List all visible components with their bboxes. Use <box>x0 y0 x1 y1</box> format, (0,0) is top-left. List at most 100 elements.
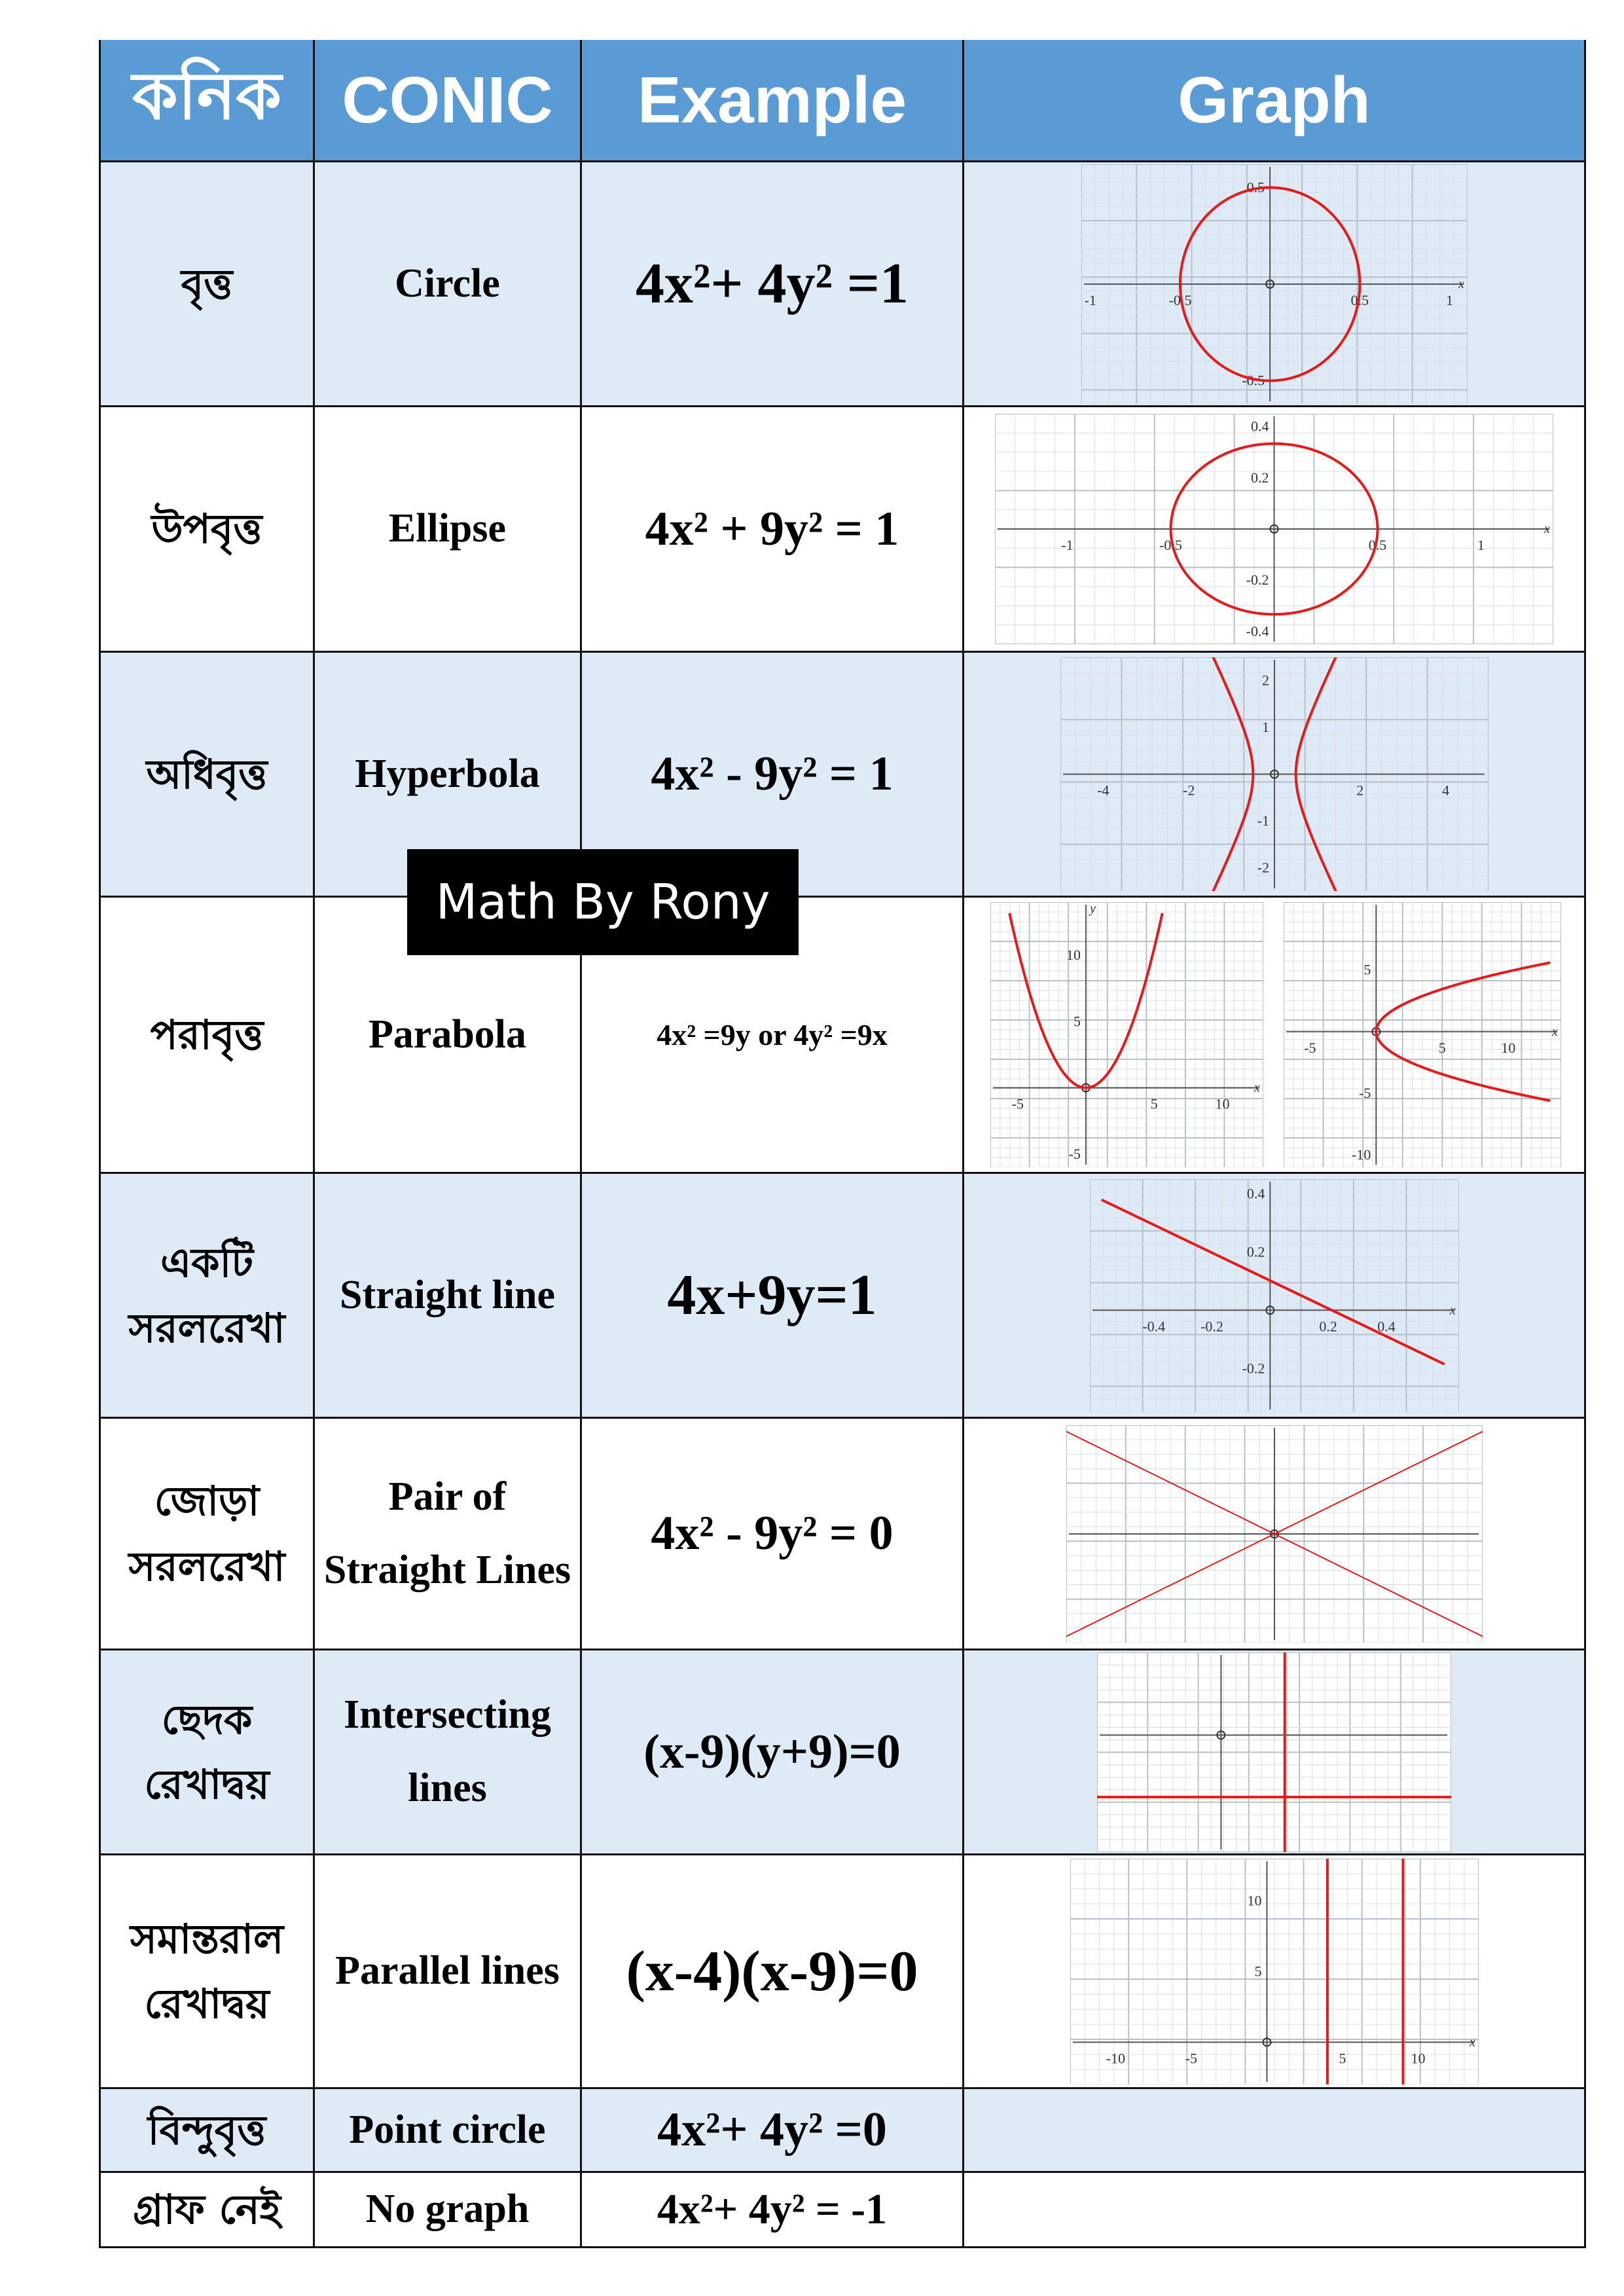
x-tick-label: 5 <box>1339 2050 1346 2066</box>
bengali-name: অধিবৃত্ত <box>99 651 315 898</box>
y-axis-label: y <box>1089 902 1096 916</box>
y-tick-label: -1 <box>1257 812 1269 829</box>
bengali-name: একটি সরলরেখা <box>99 1172 315 1419</box>
conic-table: কনিক CONIC Example Graph বৃত্ত Circle 4x… <box>99 40 1586 2248</box>
bengali-name: ছেদক রেখাদ্বয় <box>99 1649 315 1855</box>
table-row: পরাবৃত্ত Parabola 4x² =9y or 4y² =9x xy-… <box>99 896 1586 1174</box>
equation: 4x²+ 4y² =0 <box>580 2087 964 2173</box>
y-tick-label: 2 <box>1262 672 1269 689</box>
x-tick-label: 5 <box>1151 1096 1158 1112</box>
y-tick-label: -5 <box>1359 1085 1371 1101</box>
x-tick-label: -4 <box>1097 782 1109 799</box>
x-tick-label: 10 <box>1411 2050 1425 2066</box>
graph-cell: x y -5 5 10 10 5 -5 x -5 5 10 5 -5 -10 <box>962 896 1586 1174</box>
ellipse-graph: x-1 -0.5 0.5 10.40.2-0.2-0.4 <box>995 414 1553 644</box>
equation: 4x² + 9y² = 1 <box>580 405 964 653</box>
graph-cell: x -10 -5 5 10 10 5 <box>962 1853 1586 2089</box>
watermark-label: Math By Rony <box>407 849 799 955</box>
y-tick-label: 5 <box>1074 1013 1081 1029</box>
conic-name: Intersecting lines <box>313 1649 582 1855</box>
header-row: কনিক CONIC Example Graph <box>99 40 1586 162</box>
conic-name: Straight line <box>313 1172 582 1419</box>
x-tick-label: 10 <box>1216 1096 1230 1112</box>
header-bengali: কনিক <box>99 40 315 162</box>
equation: 4x+9y=1 <box>580 1172 964 1419</box>
graph-cell <box>962 1417 1586 1650</box>
line-graph: x-0.4 -0.2 0.2 0.40.40.2-0.2 <box>1089 1178 1459 1412</box>
header-example: Example <box>580 40 964 162</box>
y-tick-label: -0.2 <box>1246 572 1269 588</box>
table-row: বিন্দুবৃত্ত Point circle 4x²+ 4y² =0 <box>99 2087 1586 2173</box>
table-row: জোড়া সরলরেখা Pair of Straight Lines 4x²… <box>99 1417 1586 1650</box>
x-axis-label: x <box>1458 277 1464 291</box>
bengali-name: সমান্তরাল রেখাদ্বয় <box>99 1853 315 2089</box>
conic-name: Point circle <box>313 2087 582 2173</box>
graph-cell: x -0.4 -0.2 0.2 0.4 0.4 0.2 -0.2 <box>962 1172 1586 1419</box>
x-tick-label: -10 <box>1106 2050 1125 2066</box>
x-tick-label: -0.2 <box>1200 1318 1223 1334</box>
x-tick-label: 10 <box>1501 1040 1515 1056</box>
equation: 4x² - 9y² = 0 <box>580 1417 964 1650</box>
x-axis-label: x <box>1469 2035 1475 2049</box>
graph-cell: -4 -2 2 4 2 1 -1 -2 <box>962 651 1586 898</box>
table-row: সমান্তরাল রেখাদ্বয় Parallel lines (x-4)… <box>99 1853 1586 2089</box>
graph-cell-empty <box>962 2087 1586 2173</box>
x-tick-label: 1 <box>1477 537 1485 553</box>
conic-name: No graph <box>313 2171 582 2248</box>
bengali-name: গ্রাফ নেই <box>99 2171 315 2248</box>
conic-name: Circle <box>313 160 582 407</box>
x-tick-label: 5 <box>1439 1040 1446 1056</box>
x-tick-label: -1 <box>1084 292 1096 308</box>
graph-cell-empty <box>962 2171 1586 2248</box>
y-tick-label: -0.2 <box>1242 1360 1265 1376</box>
x-axis-label: x <box>1449 1303 1456 1317</box>
graph-cell <box>962 1649 1586 1855</box>
y-tick-label: 5 <box>1254 1963 1261 1979</box>
y-tick-label: 10 <box>1066 947 1081 963</box>
x-tick-label: -2 <box>1183 782 1195 799</box>
conic-name: Parallel lines <box>313 1853 582 2089</box>
equation: (x-9)(y+9)=0 <box>580 1649 964 1855</box>
y-tick-label: 1 <box>1262 719 1269 735</box>
table-row: গ্রাফ নেই No graph 4x²+ 4y² = -1 <box>99 2171 1586 2248</box>
graph-cell: x -1 -0.5 0.5 1 0.4 0.2 -0.2 -0.4 <box>962 405 1586 653</box>
y-tick-label: 0.2 <box>1251 469 1269 486</box>
x-tick-label: 2 <box>1356 782 1363 799</box>
conic-name: Ellipse <box>313 405 582 653</box>
y-tick-label: 0.4 <box>1251 418 1269 435</box>
equation: (x-4)(x-9)=0 <box>580 1853 964 2089</box>
table-row: উপবৃত্ত Ellipse 4x² + 9y² = 1 x -1 -0.5 0.5… <box>99 405 1586 653</box>
bengali-name: পরাবৃত্ত <box>99 896 315 1174</box>
y-tick-label: 10 <box>1247 1892 1261 1908</box>
x-tick-label: -5 <box>1185 2050 1197 2066</box>
x-tick-label: -5 <box>1304 1040 1316 1056</box>
parabola-up-graph: x y -5 5 10 10 5 -5 <box>990 902 1264 1167</box>
equation: 4x²+ 4y² =1 <box>580 160 964 407</box>
y-tick-label: -5 <box>1069 1146 1081 1162</box>
y-tick-label: -2 <box>1257 859 1269 875</box>
graph-cell: x -1 -0.5 0.5 1 0.5 -0.5 <box>962 160 1586 407</box>
x-axis-label: x <box>1543 522 1550 536</box>
bengali-name: উপবৃত্ত <box>99 405 315 653</box>
pair-lines-graph <box>1066 1425 1483 1643</box>
table-row: অধিবৃত্ত Hyperbola 4x² - 9y² = 1 -4 -2 2 4 2… <box>99 651 1586 898</box>
table-row: বৃত্ত Circle 4x²+ 4y² =1 x -1 -0.5 0.5 1 0.5-… <box>99 160 1586 407</box>
bengali-name: বৃত্ত <box>99 160 315 407</box>
hyperbola-graph: -4 -2 2 4 2 1 -1 -2 <box>1060 657 1489 891</box>
x-tick-label: 1 <box>1446 292 1453 308</box>
x-tick-label: -5 <box>1012 1096 1024 1112</box>
x-tick-label: -1 <box>1061 537 1073 553</box>
x-tick-label: 4 <box>1442 782 1449 799</box>
x-axis-label: x <box>1551 1025 1558 1039</box>
conic-name: Pair of Straight Lines <box>313 1417 582 1650</box>
y-tick-label: -0.4 <box>1246 623 1269 639</box>
x-axis-label: x <box>1254 1081 1260 1095</box>
equation: 4x²+ 4y² = -1 <box>580 2171 964 2248</box>
y-tick-label: 5 <box>1363 962 1371 978</box>
parallel-lines-graph: x -10 -5 5 10 10 5 <box>1070 1858 1479 2085</box>
header-graph: Graph <box>962 40 1586 162</box>
x-tick-label: -0.4 <box>1142 1318 1165 1334</box>
circle-graph: x-1 -0.5 0.5 10.5-0.5 <box>1081 164 1468 404</box>
bengali-name: বিন্দুবৃত্ত <box>99 2087 315 2173</box>
y-tick-label: -10 <box>1352 1146 1371 1163</box>
